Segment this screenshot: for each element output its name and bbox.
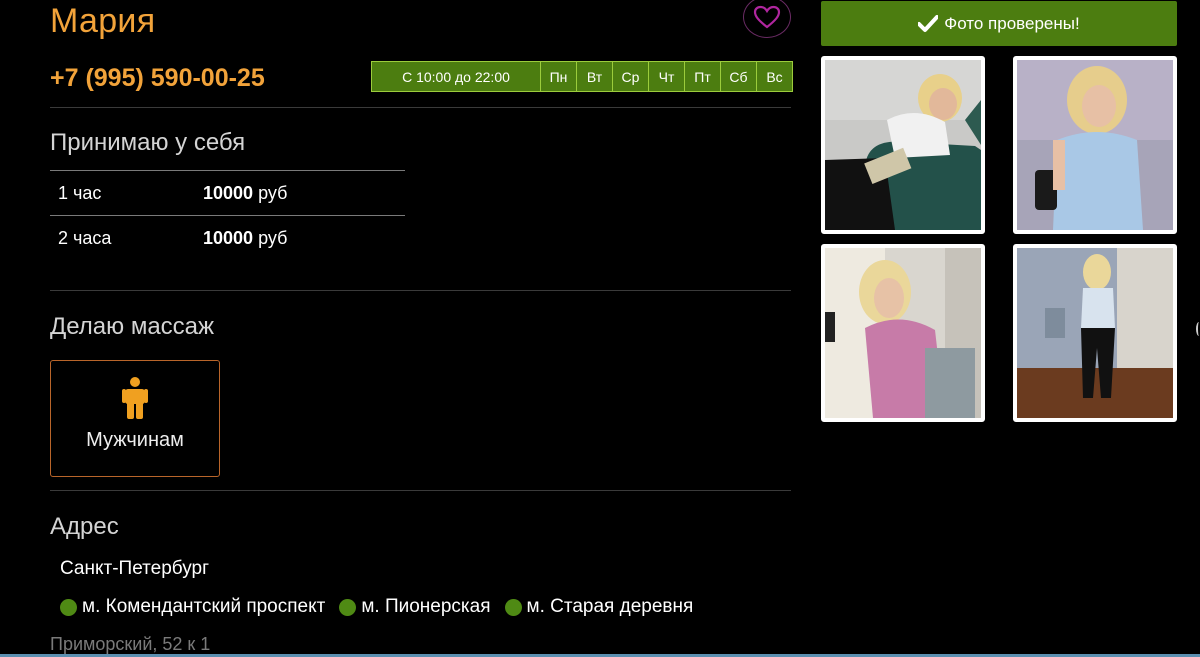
schedule-day: Пт: [684, 62, 720, 91]
metro-station: м. Пионерская: [339, 596, 491, 618]
massage-for-men-card: Мужчинам: [50, 360, 220, 477]
schedule-day: Пн: [540, 62, 576, 91]
verified-label: Фото проверены!: [944, 13, 1080, 33]
price-table: 1 час 10000 руб 2 часа 10000 руб: [50, 170, 405, 260]
phone-number[interactable]: +7 (995) 590-00-25: [50, 64, 265, 93]
schedule-day: Вс: [756, 62, 792, 91]
metro-dot-icon: [60, 598, 77, 616]
photo-thumbnail[interactable]: [821, 244, 985, 422]
photos-verified-badge: Фото проверены!: [821, 1, 1177, 46]
favorite-button[interactable]: [743, 0, 791, 38]
duration: 2 часа: [58, 227, 112, 248]
schedule-bar: С 10:00 до 22:00 Пн Вт Ср Чт Пт Сб Вс: [371, 61, 793, 92]
schedule-day: Вт: [576, 62, 612, 91]
duration: 1 час: [58, 182, 102, 203]
man-icon: [122, 377, 148, 419]
street-address: Приморский, 52 к 1: [50, 634, 211, 654]
schedule-day: Чт: [648, 62, 684, 91]
incall-title: Принимаю у себя: [50, 129, 246, 156]
heart-icon: [753, 5, 781, 29]
massage-title: Делаю массаж: [50, 313, 215, 340]
divider: [50, 290, 791, 291]
metro-list: м. Комендантский проспект м. Пионерская …: [60, 596, 707, 618]
massage-for-label: Мужчинам: [86, 429, 184, 451]
photo-thumbnail[interactable]: [1013, 244, 1177, 422]
schedule-day: Сб: [720, 62, 756, 91]
metro-dot-icon: [339, 598, 357, 616]
photo-thumbnail[interactable]: [1013, 56, 1177, 234]
metro-station: м. Старая деревня: [504, 596, 693, 618]
check-icon: [918, 14, 939, 32]
metro-dot-icon: [504, 598, 522, 616]
edge-marker: [1196, 322, 1200, 336]
schedule-hours: С 10:00 до 22:00: [372, 62, 540, 91]
divider: [50, 490, 791, 491]
table-row: 2 часа 10000 руб: [50, 215, 405, 260]
address-title: Адрес: [50, 513, 119, 540]
profile-name: Мария: [50, 2, 156, 40]
price: 10000 руб: [203, 227, 288, 248]
divider: [50, 107, 791, 108]
table-row: 1 час 10000 руб: [50, 170, 405, 215]
schedule-day: Ср: [612, 62, 648, 91]
metro-station: м. Комендантский проспект: [60, 596, 325, 618]
city: Санкт-Петербург: [60, 558, 210, 579]
price: 10000 руб: [203, 182, 288, 203]
photo-thumbnail[interactable]: [821, 56, 985, 234]
